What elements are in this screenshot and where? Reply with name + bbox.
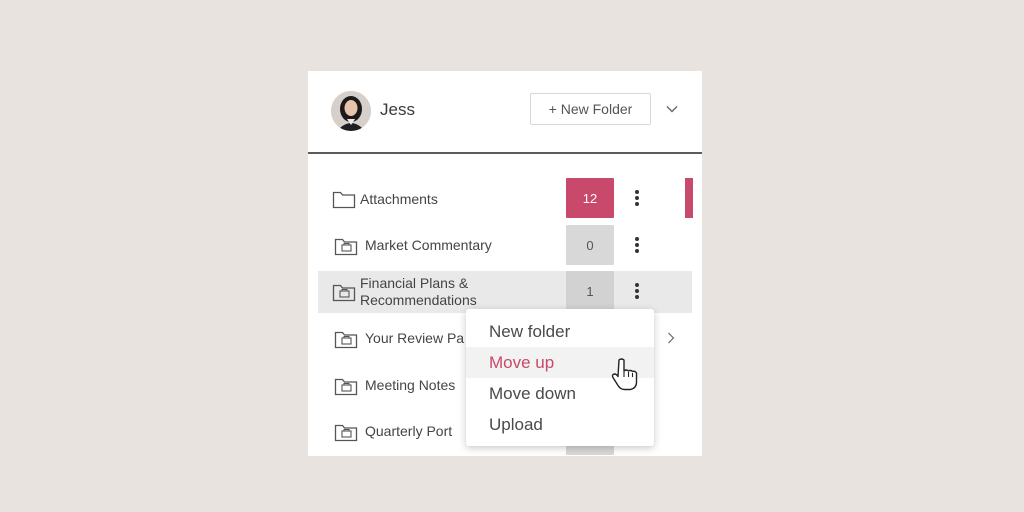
- folder-row-attachments[interactable]: Attachments 12: [308, 178, 702, 220]
- folder-label: Your Review Pa: [365, 330, 465, 346]
- avatar[interactable]: [331, 91, 371, 131]
- count-badge: [566, 445, 614, 455]
- panel-header: Jess + New Folder: [308, 71, 702, 153]
- more-options-icon[interactable]: [630, 178, 644, 218]
- folder-row-market-commentary[interactable]: Market Commentary 0: [308, 225, 702, 267]
- folder-row-financial-plans[interactable]: Financial Plans & Recommendations 1: [318, 271, 692, 313]
- folder-label: Quarterly Port: [365, 423, 453, 439]
- folder-label: Financial Plans &: [360, 275, 469, 291]
- shared-folder-icon: [332, 282, 356, 302]
- more-options-icon[interactable]: [630, 271, 644, 311]
- folder-icon: [332, 189, 356, 209]
- shared-folder-icon: [334, 422, 358, 442]
- shared-folder-icon: [334, 329, 358, 349]
- count-badge: 12: [566, 178, 614, 218]
- hand-pointer-icon: [610, 357, 638, 391]
- header-divider: [308, 152, 702, 154]
- menu-item-new-folder[interactable]: New folder: [466, 316, 654, 347]
- folder-label: Market Commentary: [365, 237, 492, 253]
- shared-folder-icon: [334, 376, 358, 396]
- folder-label: Meeting Notes: [365, 377, 456, 393]
- folder-label: Attachments: [360, 191, 438, 207]
- more-options-icon[interactable]: [630, 225, 644, 265]
- user-name: Jess: [380, 100, 415, 119]
- shared-folder-icon: [334, 236, 358, 256]
- menu-item-upload[interactable]: Upload: [466, 409, 654, 440]
- chevron-right-icon[interactable]: [664, 331, 678, 345]
- new-folder-button[interactable]: + New Folder: [530, 93, 651, 125]
- count-badge: 0: [566, 225, 614, 265]
- count-badge: 1: [566, 271, 614, 311]
- chevron-down-icon[interactable]: [664, 101, 680, 117]
- scroll-indicator[interactable]: [685, 178, 693, 218]
- folder-label-line2: Recommendations: [360, 292, 477, 308]
